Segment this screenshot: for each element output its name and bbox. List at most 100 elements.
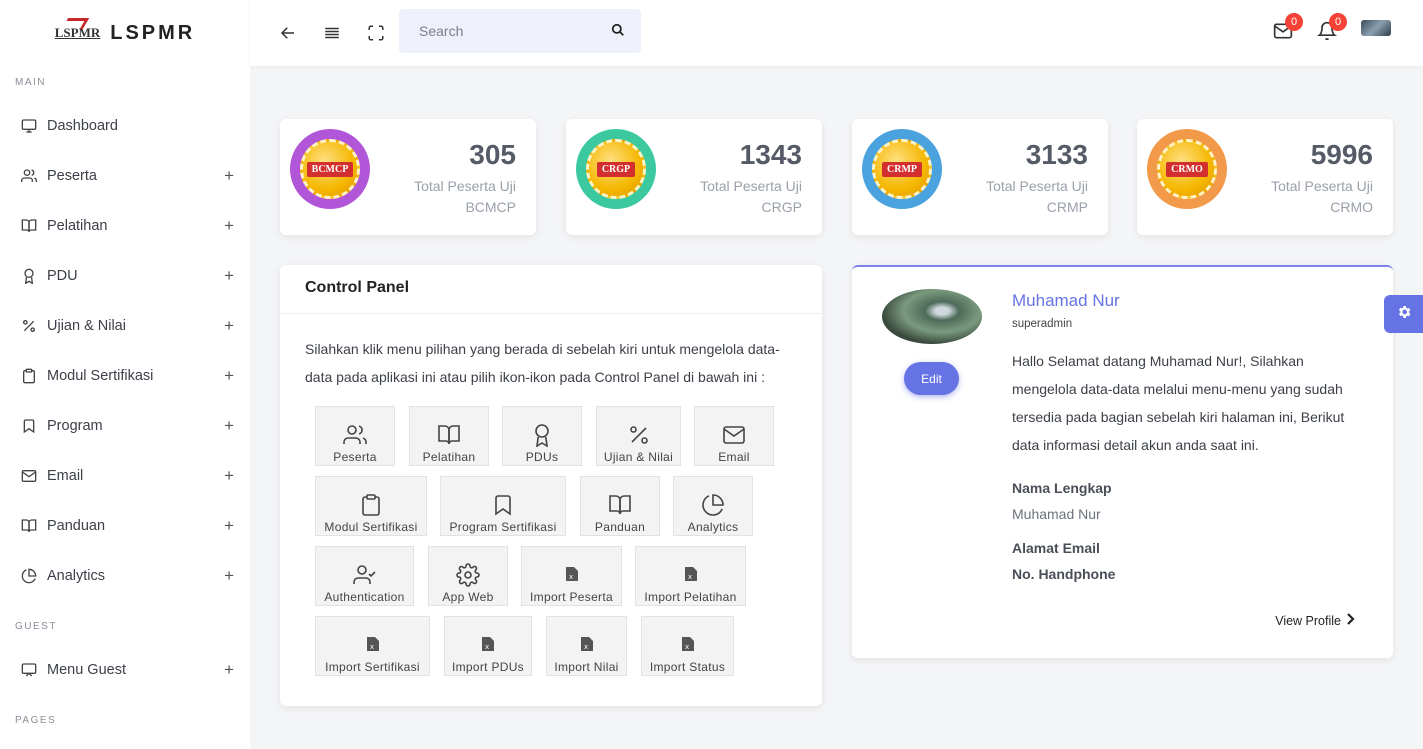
stat-value: 3133 xyxy=(1025,139,1088,170)
edit-profile-button[interactable]: Edit xyxy=(904,362,959,395)
tile-authentication[interactable]: Authentication xyxy=(315,546,414,606)
tile-program-sertifikasi[interactable]: Program Sertifikasi xyxy=(440,476,566,536)
profile-name[interactable]: Muhamad Nur xyxy=(1012,291,1120,311)
stat-card-crgp: CRGP 1343 Total Peserta Uji CRGP xyxy=(566,119,822,235)
sidebar-item-modul-sertifikasi[interactable]: Modul Sertifikasi + xyxy=(0,361,250,391)
sidebar-item-label: Analytics xyxy=(47,568,106,584)
svg-text:x: x xyxy=(584,643,588,651)
stat-label-text: Total Peserta Uji xyxy=(986,178,1088,194)
brand-logo[interactable]: LSPMR LSPMR xyxy=(0,0,250,66)
stat-card-crmp: CRMP 3133 Total Peserta Uji CRMP xyxy=(852,119,1108,235)
tile-pelatihan[interactable]: Pelatihan xyxy=(409,406,489,466)
tile-email[interactable]: Email xyxy=(694,406,774,466)
percent-icon xyxy=(20,317,38,335)
excel-file-icon: x xyxy=(565,567,578,581)
tile-import-sertifikasi[interactable]: x Import Sertifikasi xyxy=(315,616,430,676)
tile-label: Panduan xyxy=(594,520,646,534)
tile-label: App Web xyxy=(442,590,494,604)
tile-modul-sertifikasi[interactable]: Modul Sertifikasi xyxy=(315,476,427,536)
excel-file-icon: x xyxy=(482,637,494,651)
sidebar: LSPMR LSPMR MAIN Dashboard Peserta + Pel… xyxy=(0,0,250,749)
tile-import-pelatihan[interactable]: x Import Pelatihan xyxy=(635,546,746,606)
book-icon xyxy=(20,217,38,235)
sidebar-item-label: Panduan xyxy=(47,518,106,534)
svg-text:x: x xyxy=(485,643,489,651)
search-icon[interactable] xyxy=(611,23,627,39)
chevron-right-icon xyxy=(1345,613,1355,628)
award-icon xyxy=(20,267,38,285)
tile-import-peserta[interactable]: x Import Peserta xyxy=(521,546,622,606)
tile-peserta[interactable]: Peserta xyxy=(315,406,395,466)
tile-app-web[interactable]: App Web xyxy=(428,546,508,606)
view-profile-label: View Profile xyxy=(1275,613,1341,628)
view-profile-link[interactable]: View Profile xyxy=(1275,613,1355,628)
stat-value: 305 xyxy=(469,139,516,170)
tile-pdus[interactable]: PDUs xyxy=(502,406,582,466)
excel-file-icon: x xyxy=(366,637,379,651)
expand-plus-icon[interactable]: + xyxy=(224,466,234,486)
tile-ujian-nilai[interactable]: Ujian & Nilai xyxy=(596,406,681,466)
sidebar-item-menu-guest[interactable]: Menu Guest + xyxy=(0,655,250,685)
expand-plus-icon[interactable]: + xyxy=(224,566,234,586)
mail-icon xyxy=(20,467,38,485)
sidebar-item-analytics[interactable]: Analytics + xyxy=(0,561,250,591)
expand-plus-icon[interactable]: + xyxy=(224,266,234,286)
stat-label-text: Total Peserta Uji xyxy=(1271,178,1373,194)
sidebar-item-program[interactable]: Program + xyxy=(0,411,250,441)
stat-label: Total Peserta Uji CRMP xyxy=(986,176,1088,218)
sidebar-item-pelatihan[interactable]: Pelatihan + xyxy=(0,211,250,241)
sidebar-item-ujian-nilai[interactable]: Ujian & Nilai + xyxy=(0,311,250,341)
expand-plus-icon[interactable]: + xyxy=(224,660,234,680)
expand-plus-icon[interactable]: + xyxy=(224,216,234,236)
tile-label: Import Sertifikasi xyxy=(325,660,420,674)
sidebar-item-label: Modul Sertifikasi xyxy=(47,368,154,384)
notification-button[interactable]: 0 xyxy=(1316,13,1347,44)
back-arrow-icon[interactable] xyxy=(277,22,299,44)
logo-mark: LSPMR xyxy=(54,25,101,40)
expand-plus-icon[interactable]: + xyxy=(224,416,234,436)
book-icon xyxy=(608,493,632,517)
search-box xyxy=(399,9,641,53)
brand-name: LSPMR xyxy=(110,21,196,44)
sidebar-item-label: Program xyxy=(47,418,103,434)
expand-plus-icon[interactable]: + xyxy=(224,366,234,386)
stat-card-crmo: CRMO 5996 Total Peserta Uji CRMO xyxy=(1137,119,1393,235)
stat-label: Total Peserta Uji BCMCP xyxy=(414,176,516,218)
tile-import-nilai[interactable]: x Import Nilai xyxy=(546,616,627,676)
tile-panduan[interactable]: Panduan xyxy=(580,476,660,536)
stat-label-text: Total Peserta Uji xyxy=(414,178,516,194)
user-check-icon xyxy=(352,563,377,587)
settings-gear-button[interactable] xyxy=(1384,295,1423,333)
search-input[interactable] xyxy=(399,9,599,53)
control-panel: Control Panel Silahkan klik menu pilihan… xyxy=(280,265,822,706)
tile-import-status[interactable]: x Import Status xyxy=(641,616,734,676)
section-pages-label: PAGES xyxy=(15,715,57,726)
tile-label: Import Nilai xyxy=(554,660,619,674)
mail-icon xyxy=(722,423,746,447)
expand-plus-icon[interactable]: + xyxy=(224,166,234,186)
pie-chart-icon xyxy=(701,493,725,517)
sidebar-item-pdu[interactable]: PDU + xyxy=(0,261,250,291)
menu-toggle-icon[interactable] xyxy=(321,22,343,44)
tile-analytics[interactable]: Analytics xyxy=(673,476,753,536)
expand-plus-icon[interactable]: + xyxy=(224,316,234,336)
profile-role: superadmin xyxy=(1012,318,1073,330)
tile-import-pdus[interactable]: x Import PDUs xyxy=(444,616,532,676)
svg-text:x: x xyxy=(569,573,573,581)
stat-label: Total Peserta Uji CRGP xyxy=(700,176,802,218)
fullscreen-icon[interactable] xyxy=(365,22,387,44)
bookmark-icon xyxy=(491,493,515,517)
stat-value: 5996 xyxy=(1310,139,1373,170)
expand-plus-icon[interactable]: + xyxy=(224,516,234,536)
sidebar-item-peserta[interactable]: Peserta + xyxy=(0,161,250,191)
topbar: 0 0 xyxy=(250,0,1423,66)
book-icon xyxy=(20,517,38,535)
sidebar-item-email[interactable]: Email + xyxy=(0,461,250,491)
sidebar-item-dashboard[interactable]: Dashboard xyxy=(0,111,250,141)
mail-button[interactable]: 0 xyxy=(1272,13,1303,44)
pie-chart-icon xyxy=(20,567,38,585)
sidebar-item-panduan[interactable]: Panduan + xyxy=(0,511,250,541)
section-guest-label: GUEST xyxy=(15,621,57,632)
user-avatar[interactable] xyxy=(1361,20,1391,36)
tile-label: Peserta xyxy=(333,450,377,464)
